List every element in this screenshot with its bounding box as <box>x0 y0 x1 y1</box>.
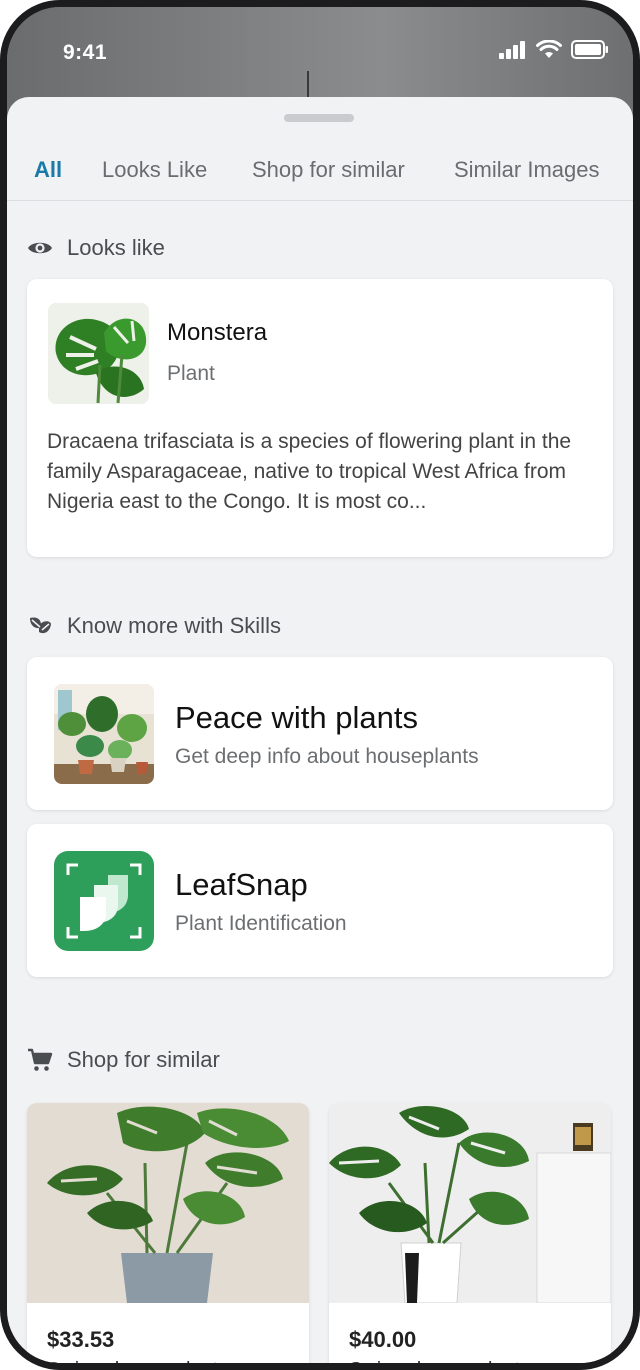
match-name: Monstera <box>167 319 268 346</box>
sheet-grabber[interactable] <box>284 114 354 122</box>
match-description: Dracaena trifasciata is a species of flo… <box>47 430 572 513</box>
status-time: 9:41 <box>63 41 108 64</box>
tab-shop-for-similar[interactable]: Shop for similar <box>252 157 405 183</box>
product-price: $33.53 <box>47 1327 115 1352</box>
status-bar: 9:41 <box>7 7 633 97</box>
eye-icon <box>27 235 53 261</box>
skills-heading-text: Know more with Skills <box>67 613 281 638</box>
wifi-icon <box>536 40 562 58</box>
skill-subtitle: Plant Identification <box>175 912 347 935</box>
match-category: Plant <box>167 362 215 385</box>
looks-like-heading: Looks like <box>27 235 165 261</box>
results-sheet[interactable]: All Looks Like Shop for similar Similar … <box>7 97 633 1370</box>
tab-looks-like[interactable]: Looks Like <box>102 157 207 183</box>
monstera-thumbnail <box>48 303 149 404</box>
shop-heading: Shop for similar <box>27 1047 220 1073</box>
skill-subtitle: Get deep info about houseplants <box>175 745 479 768</box>
phone-frame: 9:41 All Looks Like Shop for similar Sim… <box>0 0 640 1370</box>
product-image <box>329 1103 611 1304</box>
houseplants-illustration <box>54 684 154 784</box>
leafsnap-app-icon <box>54 851 154 951</box>
skill-card-leafsnap[interactable]: LeafSnap Plant Identification <box>27 824 613 977</box>
shop-heading-text: Shop for similar <box>67 1047 220 1072</box>
looks-like-heading-text: Looks like <box>67 235 165 260</box>
cart-icon <box>27 1047 53 1073</box>
product-image <box>27 1103 309 1303</box>
battery-icon <box>571 40 608 59</box>
leaves-icon <box>27 613 53 639</box>
skills-heading: Know more with Skills <box>27 613 281 639</box>
product-name: Swiss cheese plant <box>47 1359 219 1370</box>
skill-card-peace-with-plants[interactable]: Peace with plants Get deep info about ho… <box>27 657 613 810</box>
product-price: $40.00 <box>349 1327 417 1352</box>
tab-all[interactable]: All <box>34 157 62 183</box>
skill-title: LeafSnap <box>175 867 308 902</box>
signal-icon <box>499 40 525 59</box>
skill-title: Peace with plants <box>175 700 418 735</box>
looks-like-card[interactable]: Monstera Plant Dracaena trifasciata is a… <box>27 279 613 557</box>
status-icons <box>499 40 609 59</box>
product-name: Swiss cheese plant <box>349 1359 521 1370</box>
tab-bar: All Looks Like Shop for similar Similar … <box>7 149 633 201</box>
tab-similar-images[interactable]: Similar Images <box>454 157 599 183</box>
product-card[interactable]: $33.53 Swiss cheese plant <box>27 1103 309 1370</box>
product-card[interactable]: $40.00 Swiss cheese plant <box>329 1103 611 1370</box>
